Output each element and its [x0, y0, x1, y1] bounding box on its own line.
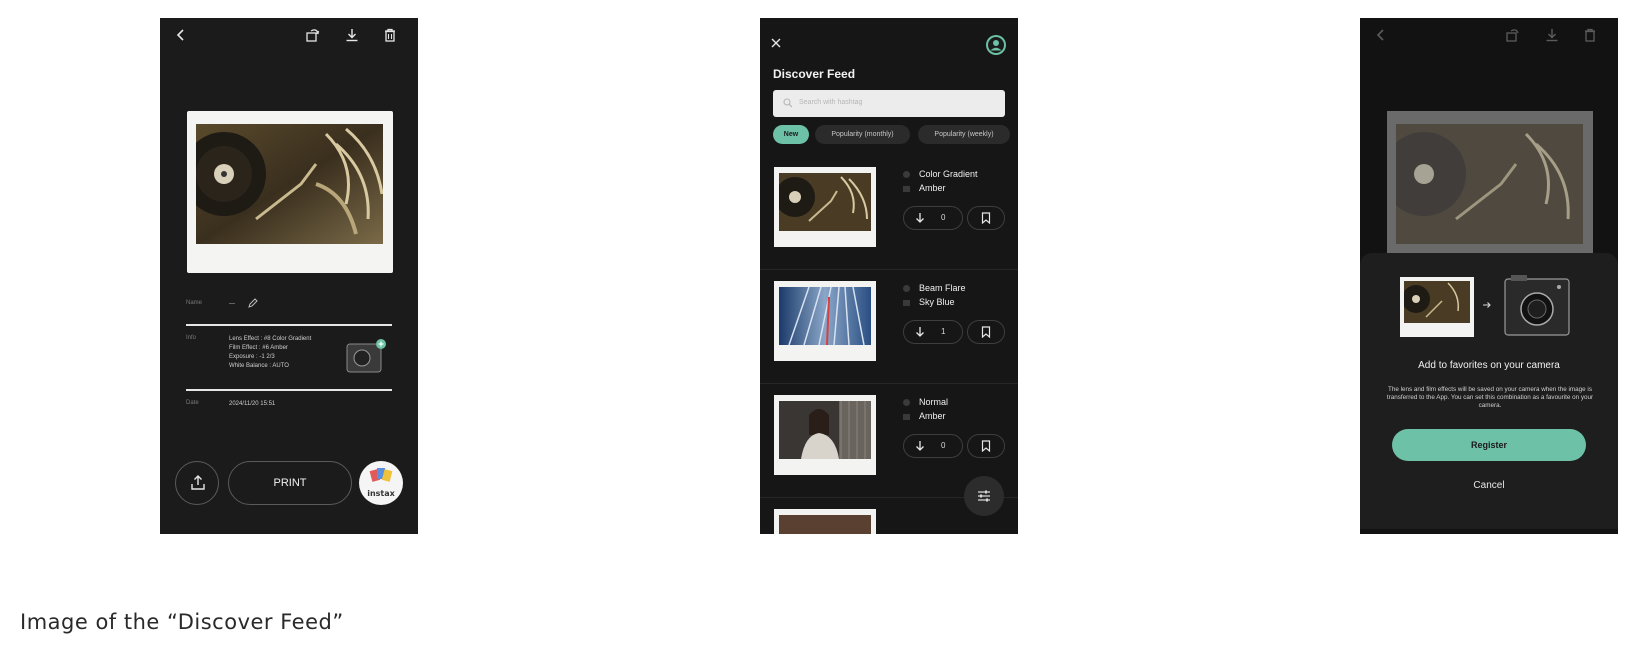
feed-photo[interactable]: [774, 281, 876, 361]
film-effect-name: Sky Blue: [919, 297, 955, 307]
download-count: 1: [941, 327, 946, 336]
bookmark-button[interactable]: [967, 206, 1005, 230]
print-button[interactable]: PRINT: [228, 461, 352, 505]
bookmark-button[interactable]: [967, 434, 1005, 458]
feed-thumbnail: [779, 515, 871, 534]
film-effect-line: Film Effect : #6 Amber: [229, 345, 288, 351]
feed-photo[interactable]: [774, 395, 876, 475]
lens-effect-icon: [903, 171, 910, 178]
film-effect-icon: [903, 186, 910, 192]
film-effect-name: Amber: [919, 183, 946, 193]
download-icon[interactable]: [344, 27, 360, 43]
discover-feed-screen: Discover Feed Search with hashtag New Po…: [760, 18, 1018, 534]
lens-effect-icon: [903, 399, 910, 406]
instax-print-photo[interactable]: [187, 111, 393, 273]
sheet-title: Add to favorites on your camera: [1418, 360, 1560, 371]
download-count: 0: [941, 213, 946, 222]
share-button[interactable]: [175, 461, 219, 505]
share-icon: [189, 474, 207, 492]
edit-pencil-icon[interactable]: [248, 298, 258, 308]
figure-caption: Image of the “Discover Feed”: [20, 610, 344, 634]
turntable-thumbnail: [779, 173, 871, 231]
arrow-right-icon: [1482, 301, 1492, 309]
transfer-icon: [1505, 27, 1521, 43]
search-icon: [783, 98, 793, 108]
photo-detail-screen: Name --- Info Lens Effect : #8 Color Gra…: [160, 18, 418, 534]
search-input[interactable]: Search with hashtag: [773, 90, 1005, 117]
sliders-icon: [976, 488, 992, 504]
sheet-description: The lens and film effects will be saved …: [1386, 386, 1594, 409]
turntable-photo: [196, 124, 383, 244]
feed-photo[interactable]: [774, 167, 876, 247]
trash-icon: [1582, 27, 1598, 43]
cancel-button[interactable]: Cancel: [1450, 477, 1528, 495]
download-button[interactable]: 0: [903, 206, 963, 230]
info-divider-2: [186, 389, 392, 391]
bookmark-button[interactable]: [967, 320, 1005, 344]
feed-item[interactable]: Color Gradient Amber 0: [760, 156, 1018, 270]
download-arrow-icon: [914, 440, 926, 452]
film-effect-name: Amber: [919, 411, 946, 421]
add-favorite-screen: Add to favorites on your camera The lens…: [1360, 18, 1618, 534]
lens-effect-line: Lens Effect : #8 Color Gradient: [229, 336, 312, 342]
bookmark-icon: [981, 326, 991, 338]
download-icon: [1544, 27, 1560, 43]
instax-app-button[interactable]: instax: [359, 461, 403, 505]
back-icon: [1374, 28, 1388, 42]
lens-effect-name: Color Gradient: [919, 169, 978, 179]
instax-logo-text: instax: [367, 489, 395, 498]
transfer-icon[interactable]: [305, 27, 321, 43]
date-label: Date: [186, 400, 199, 406]
download-button[interactable]: 0: [903, 434, 963, 458]
info-divider-1: [186, 324, 392, 326]
filter-chip-popularity-weekly[interactable]: Popularity (weekly): [918, 125, 1010, 144]
feed-photo[interactable]: [774, 509, 876, 534]
feed-item[interactable]: Beam Flare Sky Blue 1: [760, 270, 1018, 384]
profile-icon[interactable]: [985, 34, 1007, 56]
register-button[interactable]: Register: [1392, 429, 1586, 461]
name-value: ---: [229, 301, 235, 307]
lens-effect-name: Beam Flare: [919, 283, 966, 293]
camera-icon: [1503, 273, 1571, 337]
lens-effect-name: Normal: [919, 397, 949, 407]
download-arrow-icon: [914, 326, 926, 338]
film-effect-icon: [903, 414, 910, 420]
favorites-bottom-sheet: Add to favorites on your camera The lens…: [1360, 253, 1618, 529]
download-button[interactable]: 1: [903, 320, 963, 344]
camera-thumbnail-icon[interactable]: [345, 338, 387, 374]
download-arrow-icon: [914, 212, 926, 224]
exposure-line: Exposure : -1 2/3: [229, 354, 275, 360]
back-icon[interactable]: [174, 28, 188, 42]
portrait-thumbnail: [779, 401, 871, 459]
date-value: 2024/11/20 15:51: [229, 401, 276, 407]
trash-icon[interactable]: [382, 27, 398, 43]
close-icon[interactable]: [770, 37, 782, 49]
settings-list: Lens Effect : #8 Color Gradient Film Eff…: [229, 335, 311, 371]
info-label: Info: [186, 335, 197, 341]
bookmark-icon: [981, 440, 991, 452]
dimmed-photo: [1387, 111, 1593, 261]
search-placeholder: Search with hashtag: [799, 99, 863, 106]
bookmark-icon: [981, 212, 991, 224]
download-count: 0: [941, 441, 946, 450]
filter-chip-popularity-monthly[interactable]: Popularity (monthly): [815, 125, 910, 144]
film-effect-icon: [903, 300, 910, 306]
filter-chip-new[interactable]: New: [773, 125, 809, 144]
lens-effect-icon: [903, 285, 910, 292]
white-balance-line: White Balance : AUTO: [229, 363, 289, 369]
page-title: Discover Feed: [773, 67, 856, 81]
name-label: Name: [186, 300, 203, 306]
filter-settings-button[interactable]: [964, 476, 1004, 516]
instax-cards-icon: [369, 466, 393, 484]
building-thumbnail: [779, 287, 871, 345]
photo-preview: [1400, 277, 1474, 337]
turntable-photo: [1396, 124, 1583, 244]
